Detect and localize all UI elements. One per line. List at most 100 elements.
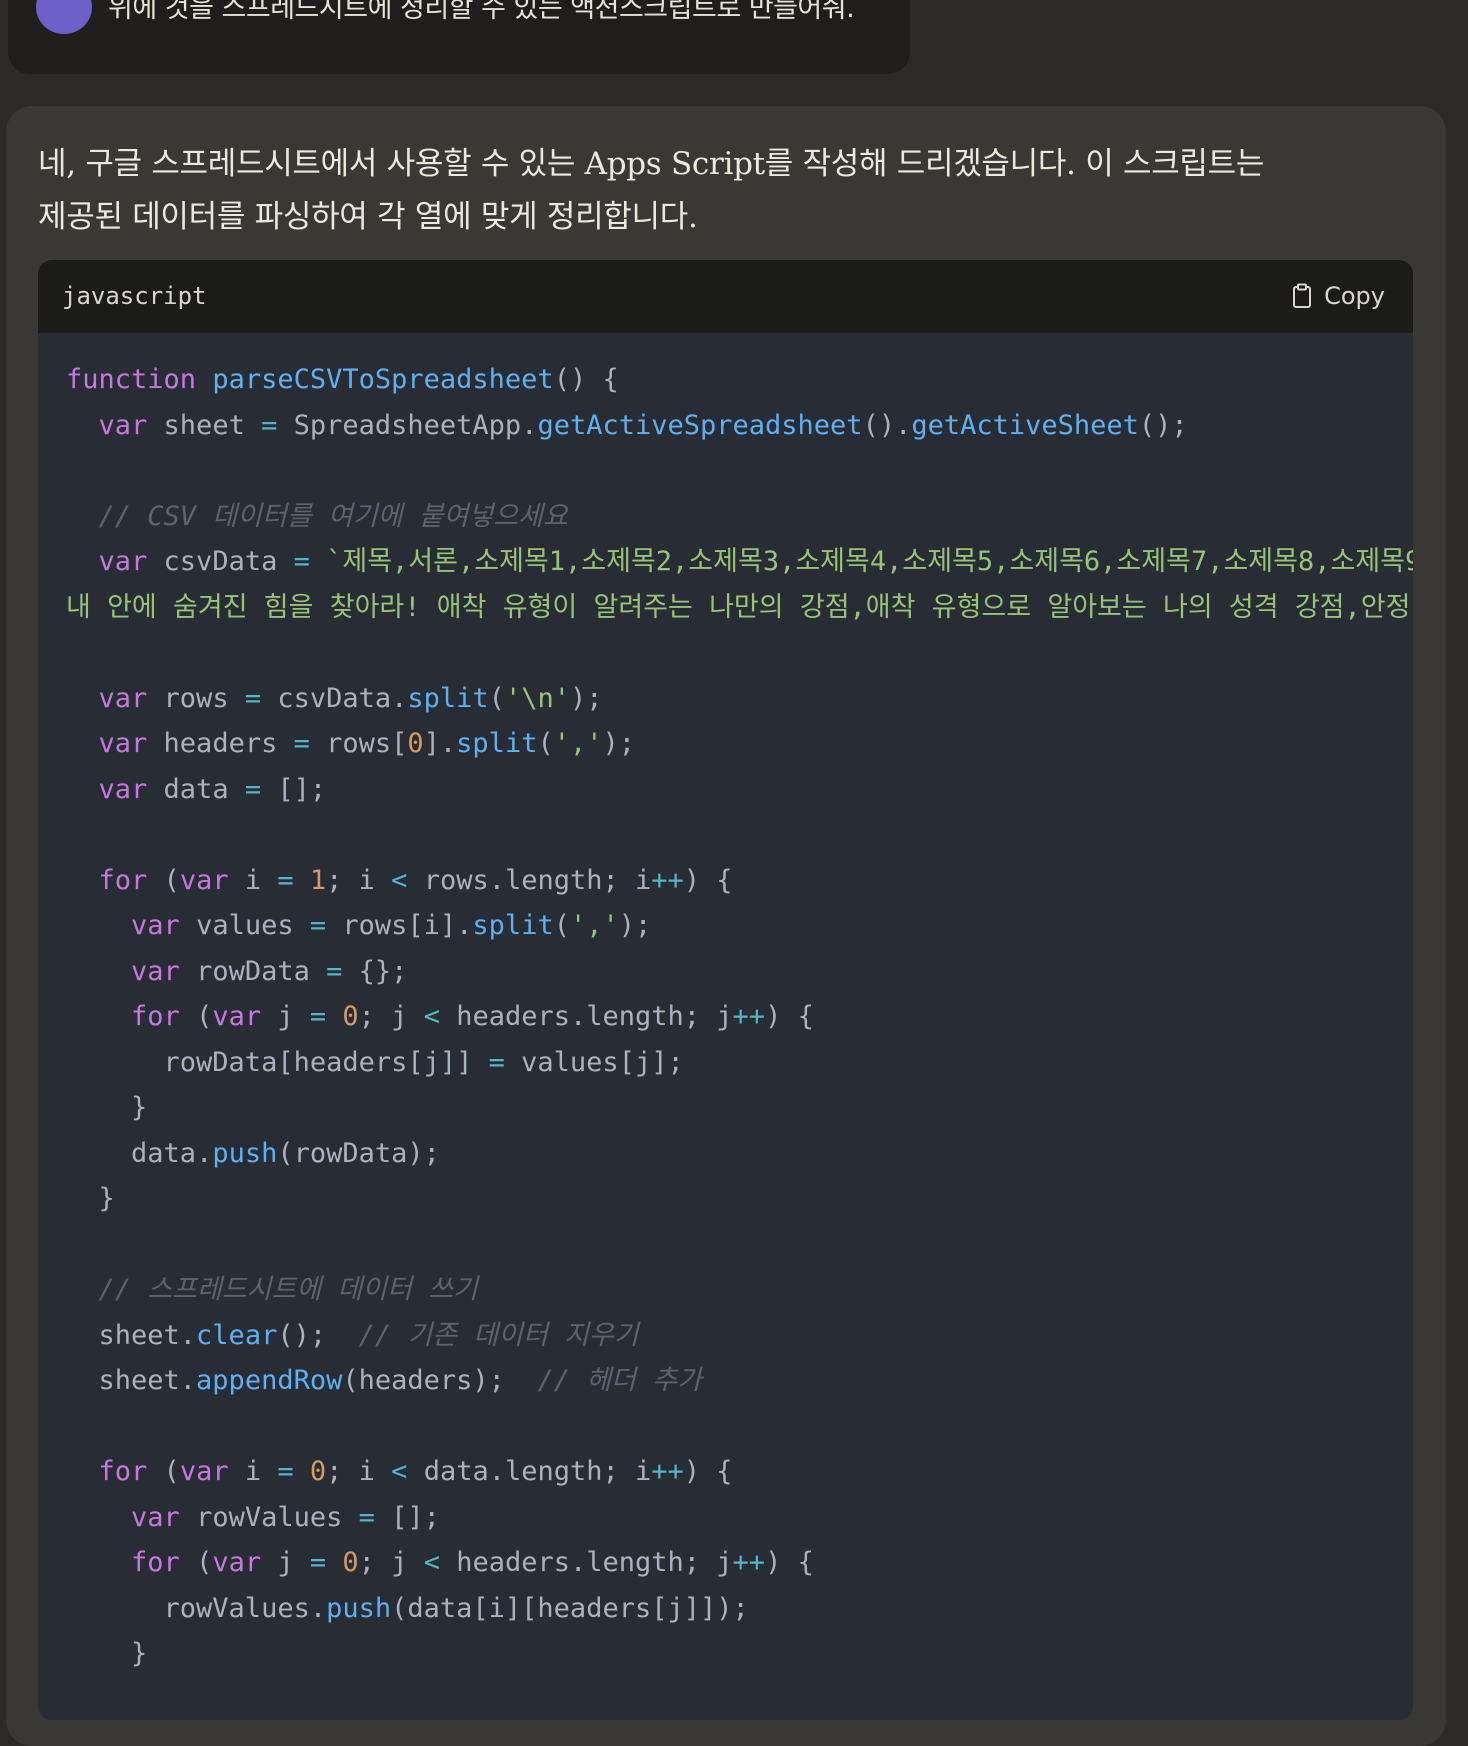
code-token: (); [1138, 409, 1188, 441]
code-token: rows.length; i [423, 864, 652, 896]
code-line: data.push(rowData); [66, 1131, 1413, 1177]
code-line: rowValues.push(data[i][headers[j]]); [66, 1586, 1413, 1632]
code-token: ) { [683, 864, 733, 896]
code-token: ) { [765, 1547, 814, 1578]
code-token: ; j [358, 1547, 424, 1578]
code-token: ; i [326, 864, 392, 896]
code-token: // 기존 데이터 지우기 [358, 1319, 639, 1351]
code-line: var rows = csvData.split('\n'); [66, 676, 1413, 722]
code-token: ; j [358, 1001, 424, 1032]
code-token: rows [163, 682, 245, 714]
code-token: ( [163, 1456, 180, 1487]
code-line: rowData[headers[j]] = values[j]; [66, 1040, 1413, 1086]
code-token: () { [553, 364, 619, 395]
code-token: `제목,서론,소제목1,소제목2,소제목3,소제목4,소제목5,소제목6,소제목… [326, 546, 1413, 577]
code-token: = [488, 1046, 522, 1078]
code-token: ; i [326, 1456, 392, 1487]
code-line: // CSV 데이터를 여기에 붙여넣으세요 [66, 494, 1413, 540]
code-token: j [277, 1547, 310, 1578]
code-token: var [179, 1456, 245, 1487]
code-token: ',' [553, 728, 603, 759]
code-token: headers.length; j [456, 1001, 733, 1032]
code-line: 내 안에 숨겨진 힘을 찾아라! 애착 유형이 알려주는 나만의 강점,애착 유… [66, 585, 1413, 631]
code-token: '\n' [504, 682, 570, 714]
code-line: sheet.clear(); // 기존 데이터 지우기 [66, 1313, 1413, 1359]
code-token: sheet. [66, 1365, 197, 1396]
code-token: // CSV 데이터를 여기에 붙여넣으세요 [98, 500, 568, 532]
code-token: 0 [309, 1456, 327, 1487]
code-block-header: javascript Copy [38, 260, 1413, 333]
code-token: ( [196, 1547, 213, 1578]
code-line: var sheet = SpreadsheetApp.getActiveSpre… [66, 403, 1413, 449]
code-token: (headers); [342, 1365, 538, 1396]
code-token: (); [277, 1319, 359, 1351]
code-token: parseCSVToSpreadsheet [212, 364, 554, 395]
code-token: ); [602, 728, 636, 759]
code-token: = [244, 773, 278, 805]
code-token: j [277, 1001, 310, 1032]
code-token: SpreadsheetApp. [293, 409, 538, 441]
code-token: getActiveSpreadsheet [537, 409, 863, 441]
code-token: = [277, 864, 310, 896]
code-token: rowData [196, 955, 327, 987]
code-token: clear [196, 1319, 278, 1351]
code-token: // 헤더 추가 [537, 1365, 702, 1396]
code-token: < [423, 1001, 457, 1032]
code-token: rows[i]. [342, 910, 473, 941]
code-token: ++ [732, 1547, 766, 1578]
code-token: = [358, 1501, 392, 1533]
code-token: getActiveSheet [911, 409, 1139, 441]
code-line: for (var j = 0; j < headers.length; j++)… [66, 1540, 1413, 1586]
code-token: i [244, 864, 278, 896]
code-token: ( [553, 910, 570, 941]
code-token: split [407, 682, 489, 714]
code-token: } [66, 1092, 148, 1123]
code-token: []; [391, 1501, 440, 1533]
code-token: = [309, 910, 343, 941]
code-token: values[j]; [521, 1046, 684, 1078]
code-token: ); [569, 682, 603, 714]
code-token: ); [618, 910, 652, 941]
code-line: function parseCSVToSpreadsheet() { [66, 357, 1413, 403]
code-token: 내 안에 숨겨진 힘을 찾아라! 애착 유형이 알려주는 나만의 강점,애착 유… [66, 591, 1413, 623]
code-token: var [179, 864, 245, 896]
code-token: = [326, 955, 359, 987]
user-message-text: 위에 것을 스프레드시트에 정리할 수 있는 액션스크립트로 만들어줘. [108, 0, 855, 24]
code-token: csvData. [277, 682, 408, 714]
code-token: = [309, 1547, 343, 1578]
code-token: push [326, 1592, 392, 1624]
code-token: var [212, 1001, 278, 1032]
assistant-paragraph-line: 제공된 데이터를 파싱하여 각 열에 맞게 정리합니다. [38, 199, 698, 235]
code-token: rowValues. [66, 1592, 327, 1624]
code-token: 1 [309, 864, 327, 896]
code-token: 0 [342, 1001, 359, 1032]
code-token: = [293, 546, 327, 577]
code-token: var [98, 728, 164, 759]
code-line: } [66, 1176, 1413, 1222]
copy-code-button[interactable]: Copy [1292, 278, 1385, 314]
code-token: (). [862, 409, 912, 441]
code-token: push [212, 1137, 278, 1169]
code-line: var rowValues = []; [66, 1495, 1413, 1541]
code-token: data.length; i [423, 1456, 652, 1487]
code-token: var [131, 1501, 197, 1533]
code-token: ++ [732, 1001, 766, 1032]
code-token: } [66, 1183, 115, 1214]
code-token: ++ [651, 1456, 684, 1487]
code-token: var [98, 682, 164, 714]
code-line: var rowData = {}; [66, 949, 1413, 995]
assistant-message-text: 네, 구글 스프레드시트에서 사용할 수 있는 Apps Script를 작성해… [38, 138, 1418, 244]
code-token: var [131, 910, 197, 941]
code-token: var [131, 955, 197, 987]
user-avatar [36, 0, 92, 34]
code-line: // 스프레드시트에 데이터 쓰기 [66, 1267, 1413, 1313]
code-line: var values = rows[i].split(','); [66, 903, 1413, 949]
code-line: var data = []; [66, 767, 1413, 813]
